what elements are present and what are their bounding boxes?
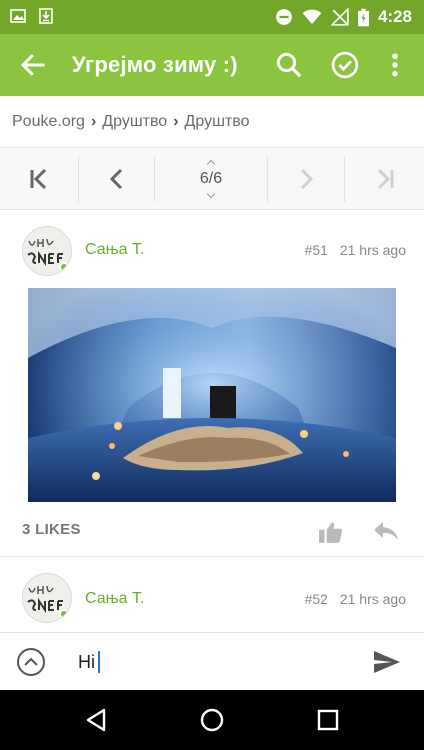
search-icon[interactable]	[274, 50, 304, 80]
avatar[interactable]	[22, 573, 72, 623]
next-page-icon	[300, 168, 314, 190]
status-bar: 4:28	[0, 0, 424, 34]
breadcrumb-item[interactable]: Друштво	[102, 113, 167, 131]
breadcrumb-item[interactable]: Друштво	[185, 113, 250, 131]
app-bar: Угрејмо зиму :)	[0, 34, 424, 96]
reply-composer	[0, 632, 424, 690]
page-indicator[interactable]: 6/6	[155, 148, 267, 210]
chevron-up-icon	[206, 159, 216, 169]
avatar[interactable]	[22, 226, 72, 276]
wifi-icon	[302, 9, 322, 24]
breadcrumb: Pouke.org › Друштво › Друштво	[0, 96, 424, 148]
recents-square-icon[interactable]	[314, 706, 342, 734]
send-icon[interactable]	[372, 649, 402, 675]
post-image[interactable]	[28, 288, 396, 502]
battery-charging-icon	[357, 8, 369, 26]
last-page-icon	[377, 168, 393, 190]
post-meta: #51 21 hrs ago	[305, 242, 406, 258]
chevron-right-icon: ›	[173, 112, 179, 130]
first-page-icon	[30, 168, 47, 190]
online-indicator	[59, 609, 69, 619]
no-signal-icon	[330, 8, 349, 26]
chevron-down-icon	[206, 189, 216, 199]
post-number: #51	[304, 242, 328, 258]
post-time: 21 hrs ago	[339, 591, 406, 607]
do-not-disturb-icon	[276, 9, 292, 25]
download-icon	[39, 8, 53, 24]
post-number: #52	[304, 591, 328, 607]
reply-input[interactable]	[78, 647, 348, 677]
likes-count[interactable]: 3 LIKES	[22, 521, 81, 538]
next-page-button[interactable]	[268, 148, 344, 210]
last-page-button[interactable]	[345, 148, 424, 210]
page-position: 6/6	[199, 170, 223, 187]
clock: 4:28	[377, 7, 412, 26]
online-indicator	[59, 262, 69, 272]
topic-title: Угрејмо зиму :)	[72, 52, 238, 77]
post: Сања Т. #52 21 hrs ago	[0, 557, 424, 632]
image-icon	[10, 9, 26, 23]
post-meta: #52 21 hrs ago	[305, 591, 406, 607]
thumbs-up-icon[interactable]	[318, 520, 344, 544]
check-circle-icon[interactable]	[330, 50, 360, 80]
home-circle-icon[interactable]	[198, 706, 226, 734]
expand-icon[interactable]	[16, 647, 46, 677]
author-name[interactable]: Сања Т.	[85, 241, 144, 259]
previous-page-icon	[109, 168, 122, 190]
system-nav-bar	[0, 690, 424, 750]
first-page-button[interactable]	[0, 148, 78, 210]
ice-hotel-photo	[28, 288, 396, 502]
breadcrumb-item[interactable]: Pouke.org	[12, 113, 85, 131]
pagination-bar: 6/6	[0, 148, 424, 210]
post-time: 21 hrs ago	[339, 242, 406, 258]
back-triangle-icon[interactable]	[82, 706, 110, 734]
previous-page-button[interactable]	[79, 148, 154, 210]
reply-icon[interactable]	[372, 518, 400, 544]
text-caret	[98, 651, 100, 673]
author-name[interactable]: Сања Т.	[85, 590, 144, 608]
back-arrow-icon[interactable]	[18, 50, 48, 80]
more-vert-icon[interactable]	[380, 50, 410, 80]
chevron-right-icon: ›	[90, 112, 97, 130]
